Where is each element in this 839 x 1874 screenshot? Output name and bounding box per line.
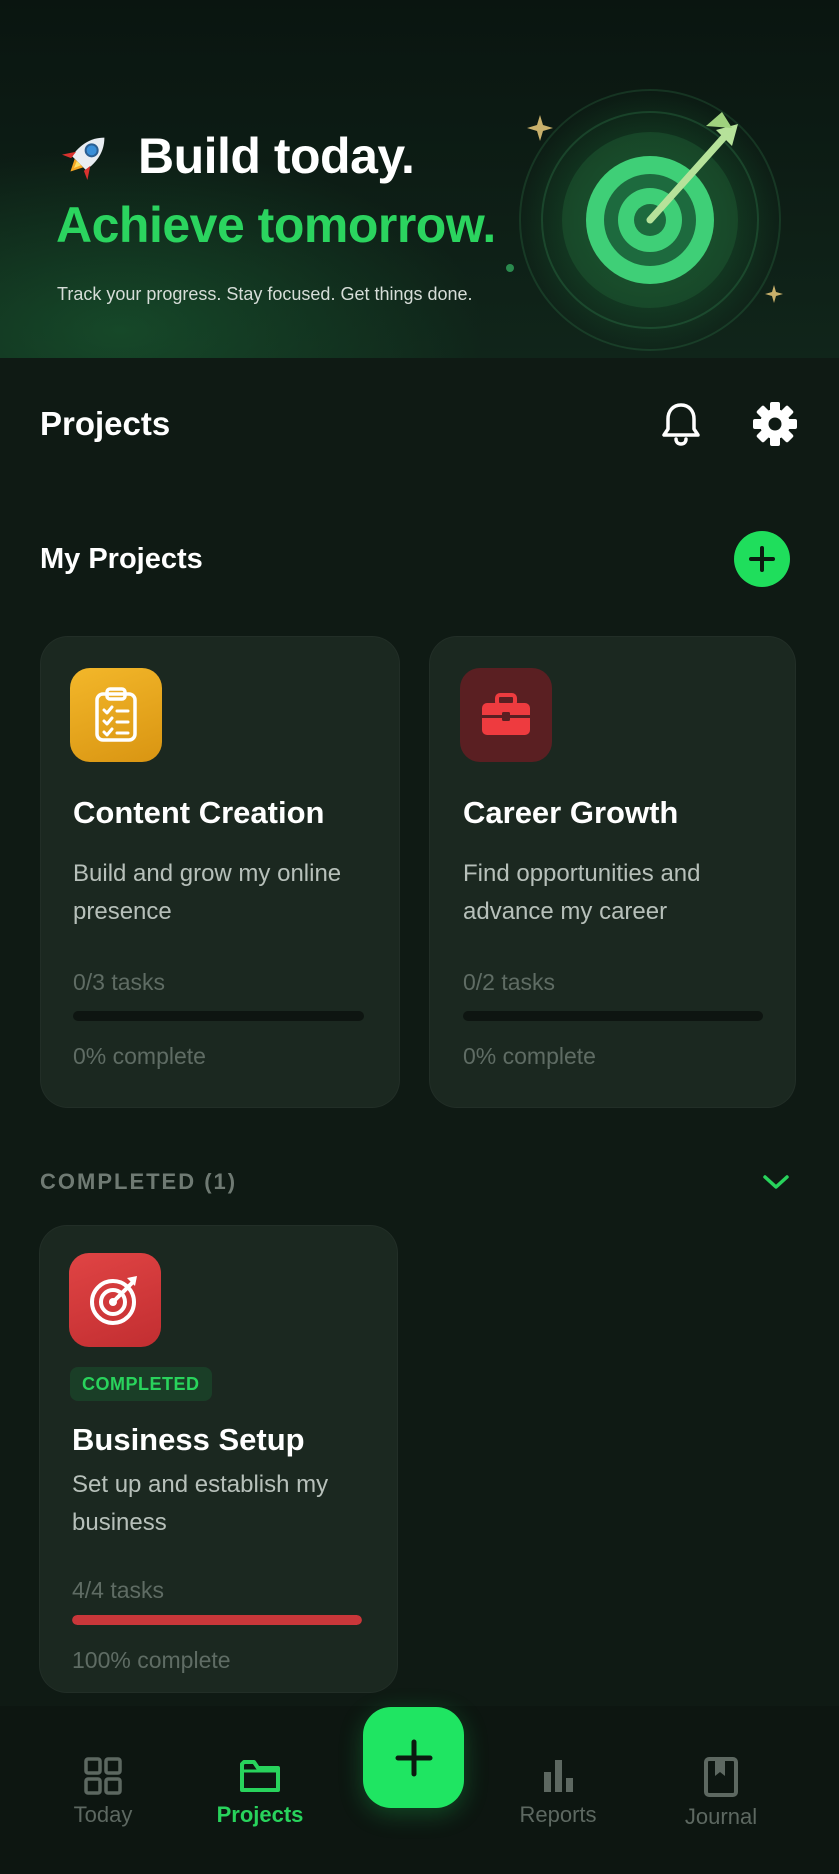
settings-button[interactable] bbox=[751, 400, 799, 448]
completed-toggle-button[interactable] bbox=[760, 1166, 792, 1198]
status-badge: COMPLETED bbox=[70, 1367, 212, 1401]
hero-title-row: Build today. bbox=[56, 120, 415, 192]
project-title: Business Setup bbox=[72, 1422, 305, 1457]
project-title: Content Creation bbox=[73, 795, 325, 830]
project-task-count: 0/2 tasks bbox=[463, 969, 556, 995]
page-title: Projects bbox=[40, 405, 171, 442]
my-projects-header: My Projects bbox=[40, 528, 790, 590]
project-task-count: 0/3 tasks bbox=[73, 969, 166, 995]
nav-item-journal[interactable]: Journal bbox=[656, 1756, 786, 1856]
project-progress-bar bbox=[73, 1011, 364, 1021]
rocket-icon bbox=[61, 137, 105, 181]
project-card-content-creation[interactable]: Content Creation Build and grow my onlin… bbox=[40, 636, 400, 1108]
journal-icon bbox=[704, 1757, 738, 1797]
plus-icon bbox=[749, 546, 775, 572]
project-description: Build and grow my online presence bbox=[73, 860, 342, 925]
bell-icon bbox=[662, 403, 700, 446]
project-card-business-setup[interactable]: COMPLETED Business Setup Set up and esta… bbox=[39, 1225, 398, 1693]
project-description: Set up and establish my business bbox=[72, 1471, 329, 1536]
project-task-count: 4/4 tasks bbox=[72, 1577, 165, 1603]
section-title-my-projects: My Projects bbox=[40, 542, 203, 575]
add-project-button[interactable] bbox=[734, 531, 790, 587]
bar-chart-icon bbox=[544, 1760, 573, 1792]
completed-section-label: COMPLETED (1) bbox=[40, 1169, 238, 1194]
completed-section-header[interactable]: COMPLETED (1) bbox=[40, 1162, 792, 1202]
notifications-button[interactable] bbox=[657, 400, 705, 448]
nav-label: Projects bbox=[216, 1802, 304, 1827]
project-card-career-growth[interactable]: Career Growth Find opportunities and adv… bbox=[429, 636, 796, 1108]
plus-icon bbox=[395, 1739, 432, 1776]
hero-title-line2: Achieve tomorrow. bbox=[56, 197, 496, 253]
project-progress-bar bbox=[72, 1615, 362, 1625]
app-header: Projects bbox=[0, 358, 839, 490]
folder-icon bbox=[240, 1760, 280, 1792]
header-actions bbox=[657, 400, 799, 448]
project-icon bbox=[460, 668, 552, 762]
nav-item-today[interactable]: Today bbox=[38, 1756, 168, 1856]
project-complete-percent: 100% complete bbox=[72, 1647, 231, 1673]
project-title: Career Growth bbox=[463, 795, 679, 830]
nav-label: Journal bbox=[684, 1804, 758, 1829]
hero-banner: Build today. Achieve tomorrow. Track you… bbox=[0, 0, 839, 358]
hero-subtitle: Track your progress. Stay focused. Get t… bbox=[57, 284, 473, 304]
target-arrow-icon bbox=[90, 1276, 137, 1325]
project-complete-percent: 0% complete bbox=[73, 1043, 206, 1069]
target-illustration-icon bbox=[506, 88, 783, 352]
chevron-down-icon bbox=[763, 1175, 789, 1189]
project-description: Find opportunities and advance my career bbox=[463, 860, 701, 925]
project-icon bbox=[70, 668, 162, 762]
project-complete-percent: 0% complete bbox=[463, 1043, 596, 1069]
nav-label: Today bbox=[73, 1802, 133, 1827]
nav-item-reports[interactable]: Reports bbox=[493, 1756, 623, 1856]
project-icon bbox=[69, 1253, 161, 1347]
nav-item-projects[interactable]: Projects bbox=[195, 1756, 325, 1856]
add-fab-button[interactable] bbox=[363, 1707, 464, 1808]
briefcase-icon bbox=[482, 693, 530, 735]
nav-label: Reports bbox=[519, 1802, 597, 1827]
clipboard-checklist-icon bbox=[95, 687, 137, 742]
hero-title-line1: Build today. bbox=[138, 128, 415, 184]
project-progress-bar bbox=[463, 1011, 763, 1021]
gear-icon bbox=[753, 402, 797, 446]
grid-icon bbox=[84, 1757, 122, 1795]
progress-fill bbox=[72, 1615, 362, 1625]
